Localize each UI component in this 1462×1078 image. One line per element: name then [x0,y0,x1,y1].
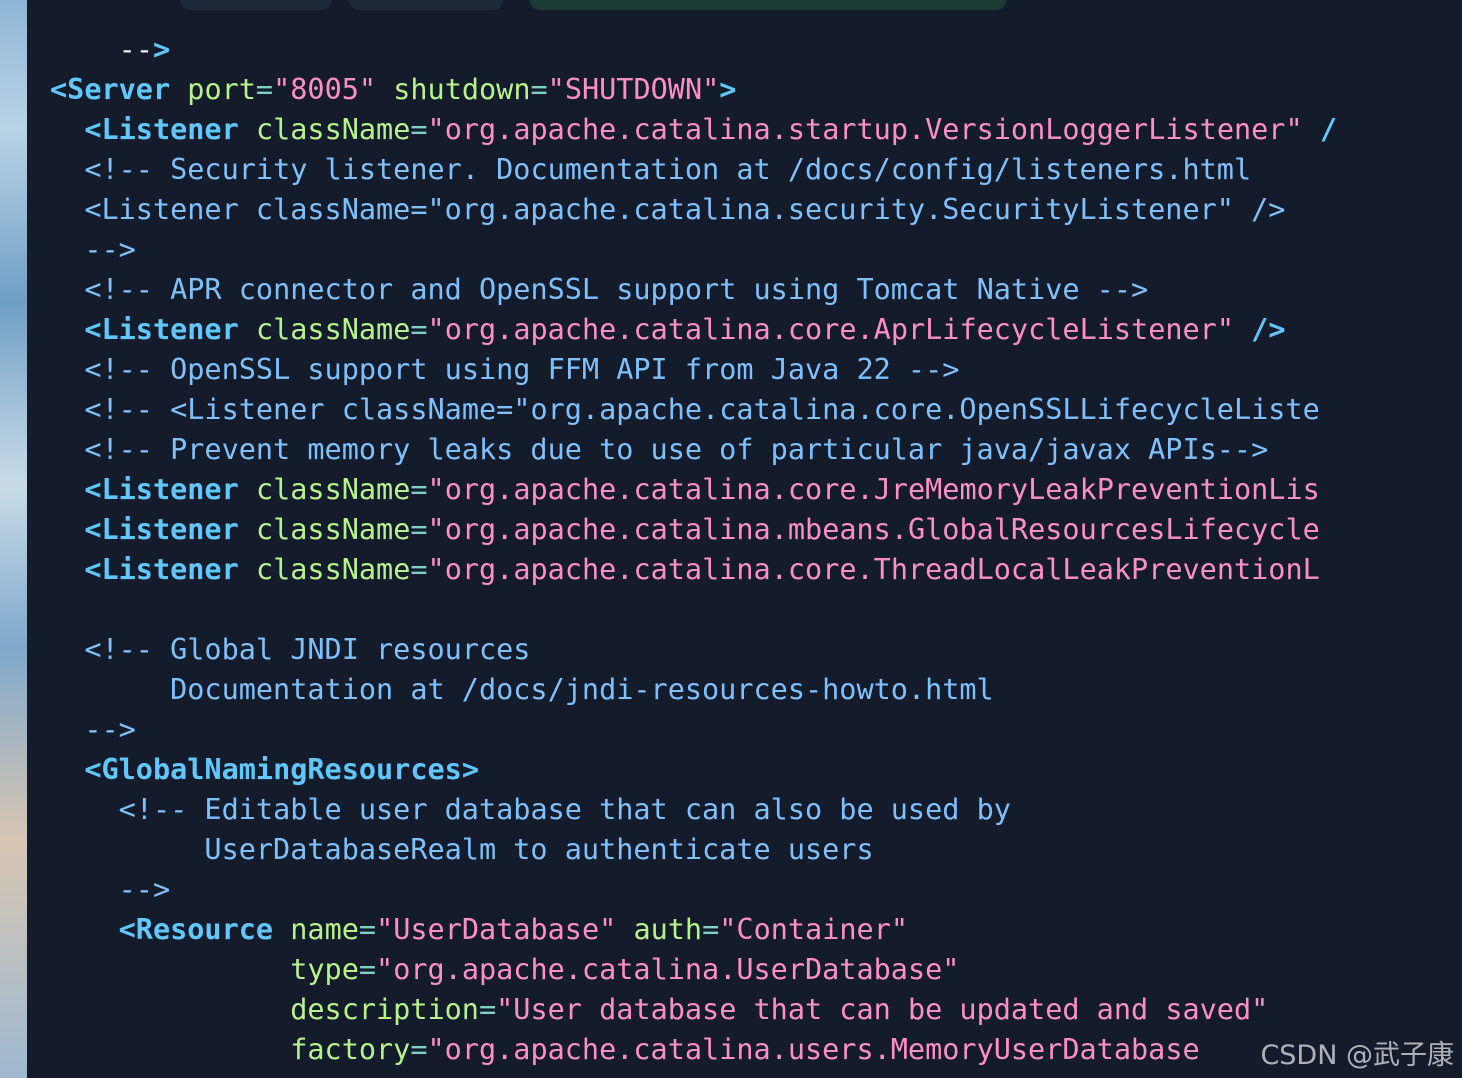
editor-window: --> <Server port="8005" shutdown="SHUTDOW… [0,0,1462,1078]
desktop-background-strip [0,0,27,1078]
code-line: Documentation at /docs/jndi-resources-ho… [50,673,994,706]
code-line: --> [50,713,136,746]
code-line: <!-- Prevent memory leaks due to use of … [50,433,1269,466]
code-line: factory="org.apache.catalina.users.Memor… [290,1033,1200,1066]
code-line: --> [118,33,171,66]
code-line: <GlobalNamingResources> [84,753,479,786]
code-line: --> [50,873,171,906]
tab-active[interactable] [530,0,1006,10]
watermark: CSDN @武子康 [1260,1040,1454,1071]
code-line: <Listener className="org.apache.catalina… [84,113,1337,146]
code-line: description="User database that can be u… [290,993,1269,1026]
code-line: <Resource name="UserDatabase" auth="Cont… [118,913,909,946]
tab-bar [27,0,1462,12]
code-line: <Listener className="org.apache.catalina… [84,513,1320,546]
code-line: --> [50,233,136,266]
code-editor[interactable]: --> <Server port="8005" shutdown="SHUTDOW… [50,30,1337,1070]
tab-2[interactable] [349,0,503,10]
code-line: <!-- APR connector and OpenSSL support u… [84,273,1149,306]
code-line: <!-- Security listener. Documentation at… [84,153,1252,186]
code-line: type="org.apache.catalina.UserDatabase" [290,953,960,986]
code-line: <!-- OpenSSL support using FFM API from … [84,353,960,386]
code-line: <Listener className="org.apache.catalina… [84,313,1286,346]
code-line: <Listener className="org.apache.catalina… [84,473,1320,506]
code-line: <!-- <Listener className="org.apache.cat… [84,393,1320,426]
code-line: <Listener className="org.apache.catalina… [84,553,1320,586]
code-line: <!-- Editable user database that can als… [118,793,1011,826]
code-line: <!-- Global JNDI resources [84,633,531,666]
code-line: UserDatabaseRealm to authenticate users [50,833,874,866]
code-line: <Server port="8005" shutdown="SHUTDOWN"> [50,73,737,106]
tab-1[interactable] [180,0,332,10]
code-line: <Listener className="org.apache.catalina… [50,193,1286,226]
